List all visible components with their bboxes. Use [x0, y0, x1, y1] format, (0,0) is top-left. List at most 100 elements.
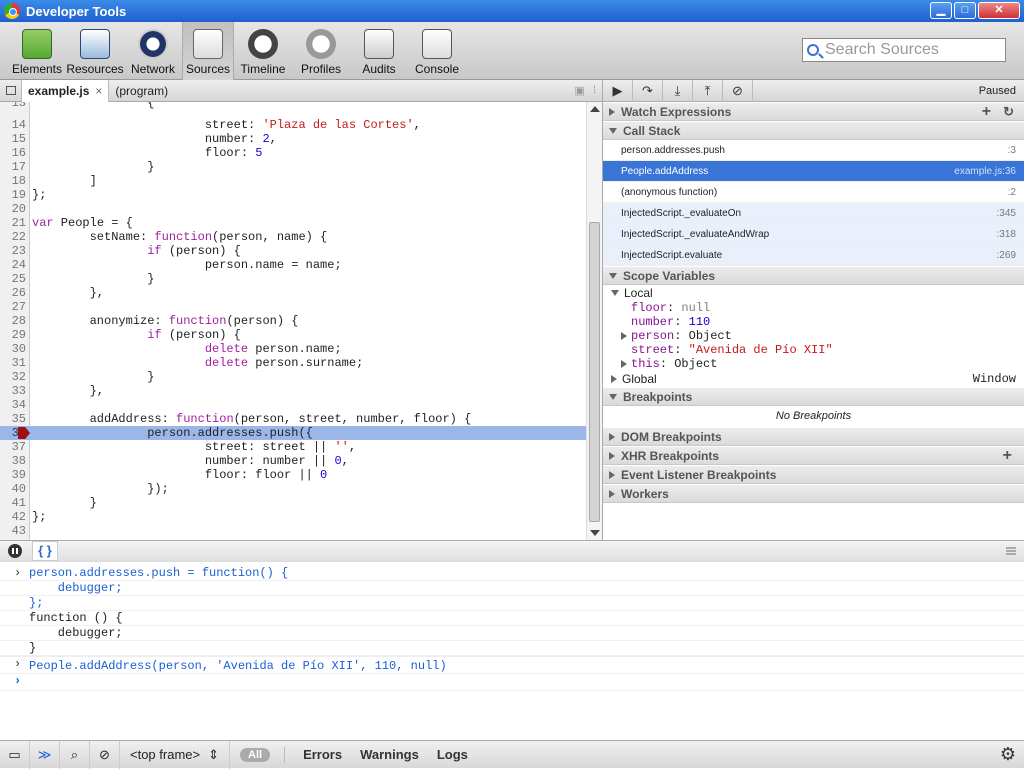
divider-handle-icon[interactable]: ⁞ [593, 84, 596, 97]
scope-global[interactable]: Global Window [603, 371, 1024, 387]
step-into-button[interactable]: ⤓ [663, 79, 693, 102]
workers-header[interactable]: Workers [603, 484, 1024, 503]
code-line[interactable]: 23 if (person) { [0, 244, 586, 258]
line-number[interactable]: 35 [0, 412, 30, 426]
dom-breakpoints-header[interactable]: DOM Breakpoints [603, 427, 1024, 446]
tab-close-icon[interactable]: × [95, 84, 102, 98]
code-line[interactable]: 37 street: street || '', [0, 440, 586, 454]
line-number[interactable]: 13 [0, 102, 30, 110]
line-number[interactable]: 24 [0, 258, 30, 272]
code-line[interactable]: 27 [0, 300, 586, 314]
search-sources-input[interactable]: Search Sources [802, 38, 1006, 62]
refresh-icon[interactable]: ↻ [1003, 104, 1014, 120]
line-number[interactable]: 41 [0, 496, 30, 510]
tab-timeline[interactable]: Timeline [234, 22, 292, 80]
code-line[interactable]: 28 anonymize: function(person) { [0, 314, 586, 328]
code-line[interactable]: 22 setName: function(person, name) { [0, 230, 586, 244]
line-number[interactable]: 20 [0, 202, 30, 216]
line-number[interactable]: 27 [0, 300, 30, 314]
call-frame[interactable]: People.addAddress example.js:36 [603, 161, 1024, 182]
deactivate-breakpoints-button[interactable]: ⊘ [723, 79, 753, 102]
line-number[interactable]: 22 [0, 230, 30, 244]
tab-profiles[interactable]: Profiles [292, 22, 350, 80]
scope-local[interactable]: Local [603, 285, 1024, 301]
filter-warnings-button[interactable]: Warnings [360, 747, 419, 762]
tab-console[interactable]: Console [408, 22, 466, 80]
line-number[interactable]: 32 [0, 370, 30, 384]
code-line[interactable]: 16 floor: 5 [0, 146, 586, 160]
tab-example-js[interactable]: example.js × [22, 79, 110, 102]
settings-gear-icon[interactable]: ⚙ [1000, 744, 1016, 765]
line-number[interactable]: 28 [0, 314, 30, 328]
code-line[interactable]: 42}; [0, 510, 586, 524]
code-line[interactable]: 32 } [0, 370, 586, 384]
code-line[interactable]: 41 } [0, 496, 586, 510]
line-number[interactable]: 30 [0, 342, 30, 356]
code-line[interactable]: 39 floor: floor || 0 [0, 468, 586, 482]
code-line[interactable]: 34 [0, 398, 586, 412]
code-line[interactable]: 33 }, [0, 384, 586, 398]
scope-property[interactable]: this: Object [603, 357, 1024, 371]
line-number[interactable]: 43 [0, 524, 30, 538]
breakpoints-header[interactable]: Breakpoints [603, 387, 1024, 406]
code-line[interactable]: 14 street: 'Plaza de las Cortes', [0, 118, 586, 132]
code-line[interactable]: 17 } [0, 160, 586, 174]
code-line[interactable]: 19}; [0, 188, 586, 202]
maximize-button[interactable]: □ [954, 2, 976, 19]
code-line[interactable]: 31 delete person.surname; [0, 356, 586, 370]
line-number[interactable]: 39 [0, 468, 30, 482]
line-number[interactable]: 37 [0, 440, 30, 454]
add-watch-icon[interactable]: + [982, 103, 991, 121]
line-number[interactable]: 19 [0, 188, 30, 202]
call-frame[interactable]: person.addresses.push:3 [603, 140, 1024, 161]
code-line[interactable]: 43 [0, 524, 586, 538]
show-console-icon[interactable]: ≫ [30, 740, 60, 769]
tab-elements[interactable]: Elements [8, 22, 66, 80]
line-number[interactable]: 33 [0, 384, 30, 398]
xhr-breakpoints-header[interactable]: XHR Breakpoints + [603, 446, 1024, 465]
code-line[interactable]: 24 person.name = name; [0, 258, 586, 272]
minimize-button[interactable]: ▁ [930, 2, 952, 19]
console-prompt[interactable]: › [0, 674, 1024, 691]
scope-property[interactable]: person: Object [603, 329, 1024, 343]
step-over-button[interactable]: ↷ [633, 79, 663, 102]
line-number[interactable]: 25 [0, 272, 30, 286]
call-frame[interactable]: InjectedScript.evaluate:269 [603, 245, 1024, 266]
line-number[interactable]: 40 [0, 482, 30, 496]
tab-resources[interactable]: Resources [66, 22, 124, 80]
call-frame[interactable]: (anonymous function):2 [603, 182, 1024, 203]
navigator-toggle-button[interactable] [0, 79, 22, 102]
line-number[interactable]: 21 [0, 216, 30, 230]
code-line[interactable]: 25 } [0, 272, 586, 286]
filter-logs-button[interactable]: Logs [437, 747, 468, 762]
pause-on-exceptions-icon[interactable] [8, 544, 22, 558]
dock-toggle-icon[interactable]: ▭ [0, 740, 30, 769]
current-execution-line[interactable]: 36 person.addresses.push({ [0, 426, 586, 440]
line-number[interactable]: 17 [0, 160, 30, 174]
call-frame[interactable]: InjectedScript._evaluateAndWrap:318 [603, 224, 1024, 245]
code-line[interactable]: 40 }); [0, 482, 586, 496]
line-number[interactable]: 23 [0, 244, 30, 258]
console-resize-handle-icon[interactable] [1006, 547, 1016, 555]
tab-audits[interactable]: Audits [350, 22, 408, 80]
line-number[interactable]: 34 [0, 398, 30, 412]
tab-program[interactable]: (program) [109, 80, 174, 102]
code-editor[interactable]: 13 {14 street: 'Plaza de las Cortes', 15 … [0, 102, 602, 540]
clear-console-icon[interactable]: ⊘ [90, 740, 120, 769]
line-number[interactable]: 18 [0, 174, 30, 188]
code-line[interactable]: 21 var People = { [0, 216, 586, 230]
line-number[interactable]: 16 [0, 146, 30, 160]
line-number[interactable]: 15 [0, 132, 30, 146]
code-line[interactable]: 20 [0, 202, 586, 216]
watch-expressions-header[interactable]: Watch Expressions + ↻ [603, 102, 1024, 121]
console-output[interactable]: › person.addresses.push = function() { de… [0, 562, 1024, 740]
code-line[interactable]: 15 number: 2, [0, 132, 586, 146]
line-number[interactable]: 38 [0, 454, 30, 468]
line-number[interactable]: 14 [0, 118, 30, 132]
line-number[interactable]: 29 [0, 328, 30, 342]
call-stack-header[interactable]: Call Stack [603, 121, 1024, 140]
event-listener-breakpoints-header[interactable]: Event Listener Breakpoints [603, 465, 1024, 484]
code-line[interactable]: 30 delete person.name; [0, 342, 586, 356]
filter-errors-button[interactable]: Errors [303, 747, 342, 762]
search-icon[interactable]: ⌕ [60, 740, 90, 769]
